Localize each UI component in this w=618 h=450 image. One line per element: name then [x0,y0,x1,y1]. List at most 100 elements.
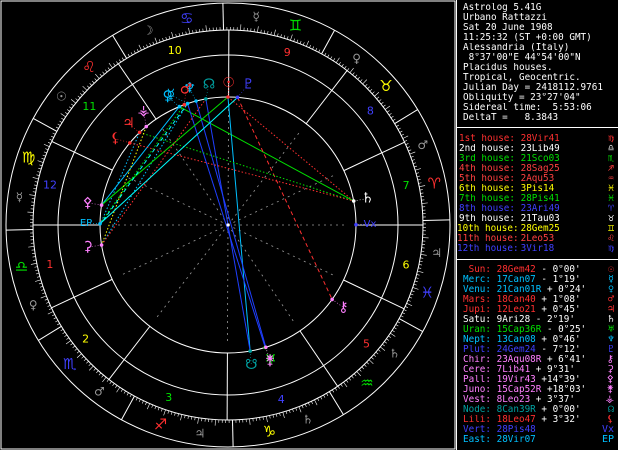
degree-tick [96,370,99,374]
degree-tick [170,411,173,415]
degree-tick [34,181,38,183]
degree-tick [79,93,83,96]
planet-position: 24Gem24 [491,345,536,355]
degree-tick [371,356,374,360]
degree-tick [369,88,373,92]
planet-glyph-icon: ⚶ [605,395,615,405]
house-cusp-glyph-icon: ♓ [607,194,614,204]
degree-tick [420,257,424,259]
planet-position: 9Ari28 [491,315,531,325]
degree-tick [36,272,40,275]
degree-tick [188,27,191,34]
degree-tick [384,105,391,110]
degree-tick [118,59,122,63]
planet-position: 28Vir07 [491,435,536,445]
degree-tick [395,324,399,327]
degree-tick [364,364,367,367]
degree-tick [272,414,274,418]
degree-tick [337,385,340,389]
degree-tick [413,162,417,164]
planet-mars-icon: ♂ [180,81,193,97]
planet-glyph-icon: ♄ [607,315,614,325]
degree-tick [279,412,281,417]
degree-tick [35,269,39,271]
degree-tick [317,398,320,402]
planet-name: East: [463,435,491,445]
degree-tick [55,126,59,129]
degree-tick [411,290,415,292]
degree-tick [410,155,414,158]
degree-tick [42,292,46,295]
degree-tick [123,390,126,394]
degree-tick [349,67,354,73]
planet-glyph-icon: ⚳ [606,365,614,375]
aspect-line [99,103,188,226]
degree-tick [89,83,92,86]
degree-tick [178,33,181,37]
house-cusp-position: 28Pis41 [515,194,560,204]
degree-tick [286,36,289,40]
planet-row: Plut: 24Gem24 - 7°12' ♇ [457,345,618,355]
degree-tick [280,34,282,38]
degree-tick [392,118,396,121]
degree-tick [127,53,130,57]
planet-latitude: + 0°45' [535,305,581,315]
planet-row: Uran: 15Cap36R - 0°25' ♅ [457,325,618,335]
degree-tick [30,262,37,265]
degree-tick [400,315,404,318]
degree-tick [285,411,288,415]
degree-tick [312,46,315,50]
degree-tick [143,45,145,49]
degree-tick [161,408,163,412]
planet-row: Vest: 8Leo23 + 3°37' ⚶ [457,395,618,405]
degree-tick [415,168,421,171]
degree-tick [324,52,327,56]
degree-tick [418,264,422,266]
degree-tick [50,135,54,138]
degree-tick [382,104,386,108]
degree-tick [157,407,160,411]
planet-glyph-icon: ☊ [607,405,614,415]
degree-tick [323,394,326,398]
house-cusp-row: 4th house: 28Sag25 ♐ [457,164,618,174]
sign-scorpio-icon: ♏ [63,355,77,373]
sign-aquarius-icon: ♒ [360,374,373,392]
degree-tick [33,188,37,190]
degree-tick [419,260,423,262]
planet-row: Merc: 17Can07 - 1°19' ☿ [457,275,618,285]
house-cusp-position: 2Aqu53 [515,174,555,184]
planet-saturn-icon: ♄ [361,190,374,206]
degree-tick [412,287,419,290]
planet-position: 12Leo21 [491,305,536,315]
house-cusp-dotted [227,131,301,226]
degree-tick [39,164,43,167]
degree-tick [333,58,336,62]
house-cusp-name: 1st house: [459,134,515,144]
sidereal-time: Sidereal time: 5:53:06 [463,103,592,113]
house-system: Placidus houses. [463,63,553,73]
house-cusp-name: 3rd house: [459,154,515,164]
sign-boundary [321,29,335,55]
house-cusp-glyph-icon: ♈ [607,204,614,214]
degree-tick [152,41,155,45]
planet-position: 13Can08 [491,335,536,345]
house-cusp-name: 2nd house: [459,144,515,154]
degree-tick [298,406,302,413]
house-cusp-position: 23Lib49 [515,144,560,154]
degree-tick [146,403,150,410]
planet-position: 28Pis48 [491,425,536,435]
planet-name: Uran: [463,325,491,335]
planet-juno-icon: ⚵ [265,353,275,369]
planet-glyph-icon: ♀ [607,285,614,295]
degree-tick [341,63,344,67]
degree-tick [91,80,95,84]
degree-tick [187,415,189,419]
aspect-line [227,96,355,202]
planet-latitude: + 0°46' [535,335,581,345]
degree-tick [104,69,108,73]
house-number: 3 [165,391,172,404]
degree-tick [136,48,139,52]
degree-tick [65,112,68,115]
degree-tick [306,40,310,47]
degree-tick [180,414,183,421]
